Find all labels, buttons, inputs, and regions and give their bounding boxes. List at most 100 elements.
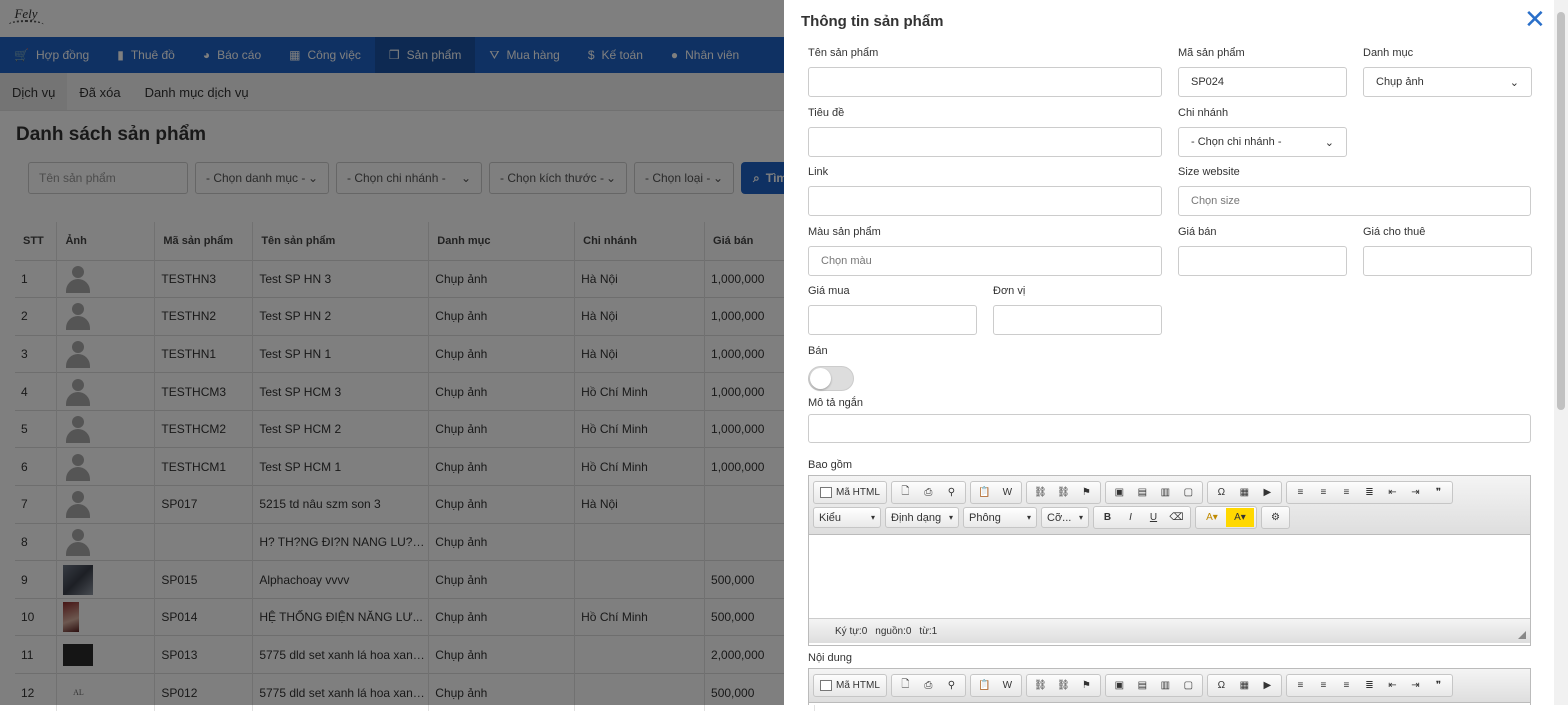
table-icon[interactable]: ▦ bbox=[1233, 483, 1256, 502]
content-editor: Mã HTML 🗋 ⎙ ⚲ 📋 W ⛓ ⛓ ⚑ ▣ ▤ ▥ ▢ Ω ▦ ▶ ≡ ≡ ≡ ≣ ⇤ ⇥ ❞ bbox=[808, 668, 1531, 705]
combo-label: Cỡ... bbox=[1047, 511, 1072, 524]
youtube-icon[interactable]: ▶ bbox=[1256, 483, 1279, 502]
link-input[interactable] bbox=[808, 186, 1162, 216]
paste-word-icon[interactable]: W bbox=[996, 483, 1019, 502]
bold-button[interactable]: B bbox=[1096, 508, 1119, 527]
indent-icon[interactable]: ⇥ bbox=[1404, 676, 1427, 695]
source-label: Mã HTML bbox=[836, 487, 880, 498]
size-website-label: Size website bbox=[1178, 166, 1240, 178]
print-icon[interactable]: ⎙ bbox=[917, 676, 940, 695]
align-left-icon[interactable]: ≡ bbox=[1289, 483, 1312, 502]
resize-handle[interactable] bbox=[1518, 631, 1526, 639]
editor-content-area[interactable] bbox=[809, 535, 1530, 618]
toolbar-group: Ω ▦ ▶ bbox=[1206, 674, 1282, 697]
unlink-icon[interactable]: ⛓ bbox=[1052, 483, 1075, 502]
format-combo[interactable]: Định dạng ▾ bbox=[885, 507, 959, 528]
outdent-icon[interactable]: ⇤ bbox=[1381, 676, 1404, 695]
editor-status-bar: Ký tự:0 nguồn:0 từ:1 bbox=[809, 618, 1530, 643]
size-combo[interactable]: Cỡ... ▾ bbox=[1041, 507, 1089, 528]
outdent-icon[interactable]: ⇤ bbox=[1381, 483, 1404, 502]
product-code-input[interactable]: SP024 bbox=[1178, 67, 1347, 97]
about-group: ⚙ bbox=[1261, 506, 1290, 529]
close-icon[interactable]: ✕ bbox=[1524, 6, 1546, 32]
link-icon[interactable]: ⛓ bbox=[1029, 676, 1052, 695]
align-right-icon[interactable]: ≡ bbox=[1335, 483, 1358, 502]
paste-icon[interactable]: 📋 bbox=[973, 676, 996, 695]
flash-icon[interactable]: ▤ bbox=[1131, 483, 1154, 502]
source-group: Mã HTML bbox=[813, 674, 887, 697]
flash-icon[interactable]: ▤ bbox=[1131, 676, 1154, 695]
align-center-icon[interactable]: ≡ bbox=[1312, 676, 1335, 695]
rent-price-label: Giá cho thuê bbox=[1363, 226, 1426, 238]
toggle-knob bbox=[810, 368, 831, 389]
justify-icon[interactable]: ≣ bbox=[1358, 483, 1381, 502]
toolbar-group: ⛓ ⛓ ⚑ bbox=[1025, 481, 1101, 504]
size-website-select[interactable]: Chọn size bbox=[1178, 186, 1531, 216]
iframe-icon[interactable]: ▢ bbox=[1177, 676, 1200, 695]
font-combo[interactable]: Phông ▾ bbox=[963, 507, 1037, 528]
insert-icon[interactable]: ▥ bbox=[1154, 483, 1177, 502]
justify-icon[interactable]: ≣ bbox=[1358, 676, 1381, 695]
anchor-icon[interactable]: ⚑ bbox=[1075, 676, 1098, 695]
modal-backdrop[interactable] bbox=[0, 0, 784, 705]
sale-price-label: Giá bán bbox=[1178, 226, 1217, 238]
paste-word-icon[interactable]: W bbox=[996, 676, 1019, 695]
title-input[interactable] bbox=[808, 127, 1162, 157]
includes-editor: Mã HTML 🗋 ⎙ ⚲ 📋 W ⛓ ⛓ ⚑ ▣ ▤ ▥ ▢ Ω ▦ ▶ ≡ ≡ ≡ ≣ ⇤ ⇥ ❞ Kiểu ▾ Định d… bbox=[808, 475, 1531, 646]
branch-label: Chi nhánh bbox=[1178, 107, 1229, 119]
blockquote-icon[interactable]: ❞ bbox=[1427, 483, 1450, 502]
sale-price-input[interactable] bbox=[1178, 246, 1347, 276]
find-icon[interactable]: ⚲ bbox=[940, 483, 963, 502]
toolbar-group: Ω ▦ ▶ bbox=[1206, 481, 1282, 504]
unlink-icon[interactable]: ⛓ bbox=[1052, 676, 1075, 695]
link-label: Link bbox=[808, 166, 829, 178]
special-char-icon[interactable]: Ω bbox=[1210, 483, 1233, 502]
toolbar-group: ▣ ▤ ▥ ▢ bbox=[1104, 481, 1203, 504]
category-select[interactable]: Chụp ảnh ⌄ bbox=[1363, 67, 1532, 97]
align-center-icon[interactable]: ≡ bbox=[1312, 483, 1335, 502]
rent-price-input[interactable] bbox=[1363, 246, 1532, 276]
toolbar-group: ⛓ ⛓ ⚑ bbox=[1025, 674, 1101, 697]
insert-icon[interactable]: ▥ bbox=[1154, 676, 1177, 695]
color-select[interactable]: Chọn màu bbox=[808, 246, 1162, 276]
source-label: Mã HTML bbox=[836, 680, 880, 691]
preview-icon[interactable]: 🗋 bbox=[894, 676, 917, 695]
table-icon[interactable]: ▦ bbox=[1233, 676, 1256, 695]
unit-label: Đơn vị bbox=[993, 285, 1026, 297]
anchor-icon[interactable]: ⚑ bbox=[1075, 483, 1098, 502]
style-combo[interactable]: Kiểu ▾ bbox=[813, 507, 881, 528]
product-name-input[interactable] bbox=[808, 67, 1162, 97]
source-html-button[interactable]: Mã HTML bbox=[816, 676, 884, 695]
text-color-icon[interactable]: A▾ bbox=[1198, 508, 1226, 527]
chevron-down-icon: ▾ bbox=[1026, 513, 1031, 522]
align-left-icon[interactable]: ≡ bbox=[1289, 676, 1312, 695]
image-icon[interactable]: ▣ bbox=[1108, 483, 1131, 502]
eraser-icon[interactable]: ⌫ bbox=[1165, 508, 1188, 527]
short-desc-textarea[interactable] bbox=[808, 414, 1531, 443]
special-char-icon[interactable]: Ω bbox=[1210, 676, 1233, 695]
paste-icon[interactable]: 📋 bbox=[973, 483, 996, 502]
sell-toggle[interactable] bbox=[808, 366, 854, 391]
image-icon[interactable]: ▣ bbox=[1108, 676, 1131, 695]
link-icon[interactable]: ⛓ bbox=[1029, 483, 1052, 502]
preview-icon[interactable]: 🗋 bbox=[894, 483, 917, 502]
unit-input[interactable] bbox=[993, 305, 1162, 335]
youtube-icon[interactable]: ▶ bbox=[1256, 676, 1279, 695]
toolbar-group: 📋 W bbox=[969, 481, 1022, 504]
find-icon[interactable]: ⚲ bbox=[940, 676, 963, 695]
settings-icon[interactable]: ⚙ bbox=[1264, 508, 1287, 527]
indent-icon[interactable]: ⇥ bbox=[1404, 483, 1427, 502]
print-icon[interactable]: ⎙ bbox=[917, 483, 940, 502]
buy-price-input[interactable] bbox=[808, 305, 977, 335]
iframe-icon[interactable]: ▢ bbox=[1177, 483, 1200, 502]
page-scrollbar[interactable] bbox=[1554, 0, 1568, 705]
toolbar-group: ▣ ▤ ▥ ▢ bbox=[1104, 674, 1203, 697]
italic-button[interactable]: I bbox=[1119, 508, 1142, 527]
scrollbar-thumb[interactable] bbox=[1557, 12, 1565, 410]
bg-color-icon[interactable]: A▾ bbox=[1226, 508, 1254, 527]
align-right-icon[interactable]: ≡ bbox=[1335, 676, 1358, 695]
underline-button[interactable]: U bbox=[1142, 508, 1165, 527]
branch-select[interactable]: - Chọn chi nhánh - ⌄ bbox=[1178, 127, 1347, 157]
source-html-button[interactable]: Mã HTML bbox=[816, 483, 884, 502]
blockquote-icon[interactable]: ❞ bbox=[1427, 676, 1450, 695]
